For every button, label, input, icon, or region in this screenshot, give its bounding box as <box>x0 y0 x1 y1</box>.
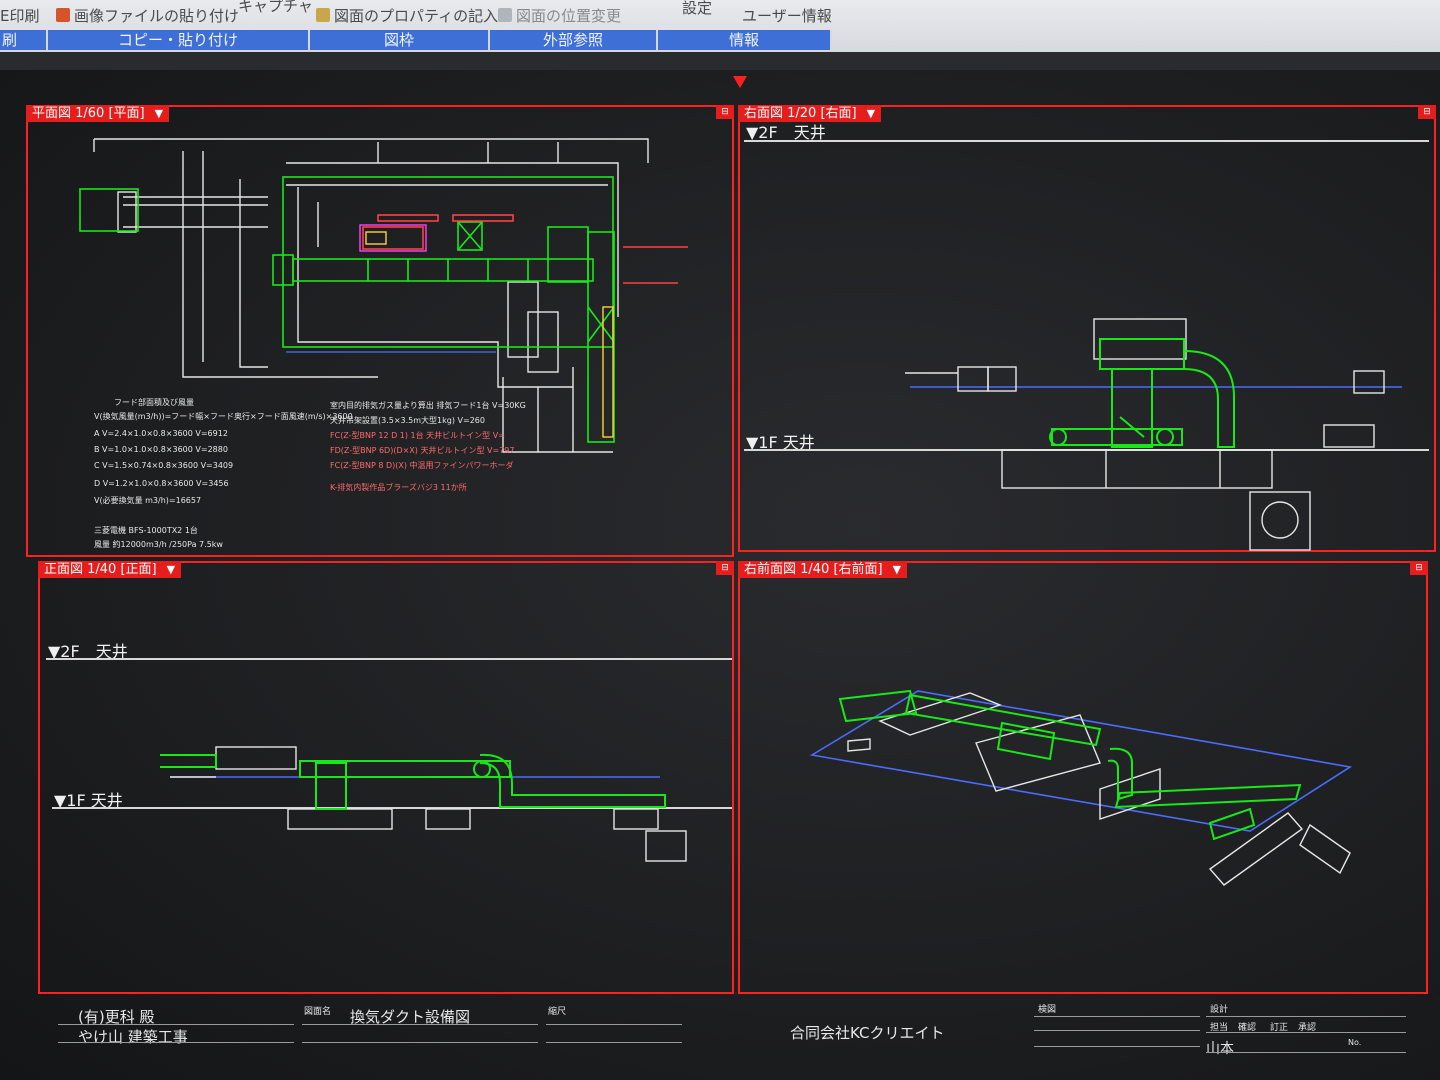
capture-label: キャプチャ <box>238 0 313 15</box>
reposition-drawing-button[interactable]: 図面の位置変更 <box>498 2 621 28</box>
ribbon-group-copy-paste: コピー・貼り付け <box>48 30 310 50</box>
ribbon-divider <box>0 52 1440 70</box>
properties-label: 図面のプロパティの記入 <box>334 6 499 25</box>
print-label: E印刷 <box>0 6 40 25</box>
capture-button[interactable]: キャプチャ <box>238 0 313 18</box>
divider <box>58 1042 294 1043</box>
inspect-label: 検図 <box>1038 1005 1057 1015</box>
divider <box>546 1024 682 1025</box>
plan-note: C V=1.5×0.74×0.8×3600 V=3409 <box>94 461 234 470</box>
divider <box>1034 1016 1200 1017</box>
settings-label: 設定 <box>682 0 713 17</box>
ribbon-group-xref: 外部参照 <box>490 30 658 50</box>
paste-image-file-button[interactable]: 画像ファイルの貼り付け <box>56 2 239 28</box>
plan-note: FD(Z-型BNP 6D)(D×X) 天井ビルトイン型 V=797 <box>330 446 515 455</box>
plan-note: 風量 約12000m3/h /250Pa 7.5kw <box>94 540 223 549</box>
viewport-front[interactable]: 正面図 1/40 [正面] ▼ ⊟ ▼2F 天井 ▼1F 天井 <box>38 561 734 994</box>
reposition-label: 図面の位置変更 <box>516 6 622 25</box>
company-name: 合同会社KCクリエイト <box>790 1024 945 1042</box>
plan-note: 三菱電機 BFS-1000TX2 1台 <box>94 526 198 535</box>
plan-note: V(換気風量(m3/h))=フード幅×フード奥行×フード面風速(m/s)×360… <box>94 412 353 421</box>
ribbon-group-info: 情報 <box>658 30 832 50</box>
drawing-properties-button[interactable]: 図面のプロパティの記入 <box>316 2 498 28</box>
designer-name: 山本 <box>1206 1041 1234 1057</box>
number-label: No. <box>1348 1038 1362 1047</box>
front-elevation-drawing <box>160 746 687 862</box>
drawing-name-label: 図面名 <box>304 1007 332 1017</box>
viewport-iso[interactable]: 右前面図 1/40 [右前面] ▼ ⊟ <box>738 561 1428 994</box>
plan-note: B V=1.0×1.0×0.8×3600 V=2880 <box>94 445 228 454</box>
plan-note: A V=2.4×1.0×0.8×3600 V=6912 <box>94 429 228 438</box>
plan-note: 天井吊架設置(3.5×3.5m大型1kg) V=260 <box>330 416 485 425</box>
ribbon-group-print: 刷 <box>0 30 48 50</box>
settings-button[interactable]: 設定 <box>682 0 712 20</box>
right-elevation-drawing <box>905 318 1402 551</box>
viewport-right[interactable]: 右面図 1/20 [右面] ▼ ⊟ ▼2F 天井 ▼1F 天井 <box>738 105 1436 552</box>
print-button[interactable]: E印刷 <box>0 2 39 28</box>
ribbon: E印刷 画像ファイルの貼り付け キャプチャ 図面のプロパティの記入 図面の位置変… <box>0 0 1440 52</box>
divider <box>302 1042 538 1043</box>
viewport-split-marker[interactable] <box>733 76 747 88</box>
divider <box>1034 1046 1200 1047</box>
plan-note: K-排気内製作品ブラーズバジ3 11か所 <box>330 483 467 492</box>
plan-note: FC(Z-型BNP 8 D)(X) 中温用ファインパワーホーダ <box>330 461 514 470</box>
paste-image-label: 画像ファイルの貼り付け <box>74 6 240 25</box>
divider <box>1034 1030 1200 1031</box>
properties-icon <box>316 8 330 22</box>
divider <box>1206 1052 1406 1053</box>
divider <box>1206 1016 1406 1017</box>
design-label: 設計 <box>1210 1005 1229 1015</box>
user-info-label: ユーザー情報 <box>742 6 832 25</box>
divider <box>1206 1032 1406 1033</box>
iso-drawing <box>809 689 1353 886</box>
plan-note: V(必要換気量 m3/h)=16657 <box>94 496 202 505</box>
user-info-button[interactable]: ユーザー情報 <box>742 2 832 28</box>
title-block: (有)更科 殿 やけ山 建築工事 図面名 換気ダクト設備図 縮尺 合同会社KCク… <box>30 990 1425 1062</box>
ribbon-group-frame: 図枠 <box>310 30 490 50</box>
plan-note: 室内目的排気ガス量より算出 排気フード1台 V=30KG <box>330 401 526 410</box>
divider <box>58 1024 294 1025</box>
plan-note: D V=1.2×1.0×0.8×3600 V=3456 <box>94 479 229 488</box>
plan-note: FC(Z-型BNP 12 D 1) 1台 天井ビルトイン型 V= <box>330 431 505 440</box>
scale-label: 縮尺 <box>548 1007 567 1017</box>
divider <box>546 1042 682 1043</box>
divider <box>302 1024 538 1025</box>
viewport-plan[interactable]: 平面図 1/60 [平面] ▼ ⊟ フード部面積及び風量 V(換気風量(m3/h… <box>26 105 734 557</box>
project-name: やけ山 建築工事 <box>78 1028 188 1046</box>
plan-note: フード部面積及び風量 <box>114 398 194 407</box>
reposition-icon <box>498 8 512 22</box>
paste-image-icon <box>56 8 70 22</box>
